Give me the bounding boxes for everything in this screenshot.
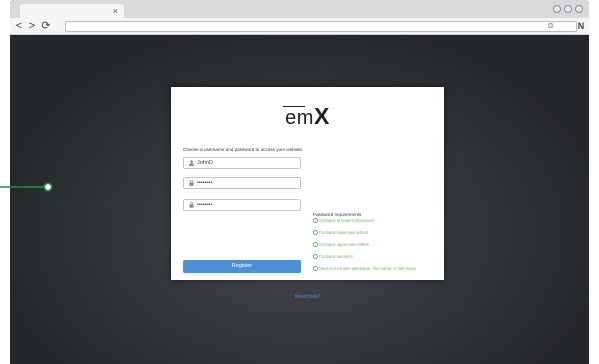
requirement-label: Contains at least 8 characters — [319, 218, 375, 223]
requirement-item: Contains numbers — [313, 254, 353, 259]
username-field[interactable]: JohnD — [183, 157, 301, 169]
tab-close-icon[interactable]: × — [113, 5, 118, 17]
check-icon — [313, 230, 318, 235]
requirement-item: Does not contain username, first name, o… — [313, 266, 416, 271]
need-help-link[interactable]: Need help? — [171, 294, 444, 300]
requirement-label: Contains numbers — [319, 254, 353, 259]
minimize-icon[interactable] — [553, 5, 561, 13]
registration-card: emX Choose a username and password to ac… — [171, 87, 444, 300]
close-window-icon[interactable] — [575, 5, 583, 13]
logo-text: em — [285, 107, 314, 129]
page-viewport: emX Choose a username and password to ac… — [10, 35, 589, 364]
logo-overline — [283, 106, 305, 107]
navigation-bar: < > ⟳ ⊜ N — [10, 18, 589, 35]
callout-pointer-icon — [0, 182, 53, 192]
check-icon — [313, 242, 318, 247]
logo-accent: X — [313, 103, 330, 129]
lock-icon — [189, 202, 194, 210]
password-value: •••••••• — [197, 180, 213, 186]
reload-icon[interactable]: ⟳ — [41, 20, 51, 32]
browser-tab[interactable]: × — [20, 4, 124, 18]
extension-icon[interactable]: N — [575, 20, 587, 32]
requirement-item: Contains lowercase letters — [313, 230, 368, 235]
forward-button[interactable]: > — [27, 20, 37, 32]
tab-bar: × — [10, 0, 589, 18]
browser-window: × < > ⟳ ⊜ N emX Choose a username and pa… — [10, 0, 589, 364]
confirm-password-value: •••••••• — [197, 202, 213, 208]
requirement-item: Contains at least 8 characters — [313, 218, 374, 223]
confirm-password-field[interactable]: •••••••• — [183, 199, 301, 211]
requirement-item: Contains uppercase letters — [313, 242, 369, 247]
check-icon — [313, 218, 318, 223]
address-bar[interactable]: ⊜ — [65, 21, 577, 32]
check-icon — [313, 266, 318, 271]
check-icon — [313, 254, 318, 259]
lock-icon — [189, 180, 194, 188]
password-field[interactable]: •••••••• — [183, 177, 301, 189]
requirement-label: Contains lowercase letters — [319, 230, 369, 235]
requirements-title: Password requirements — [313, 212, 362, 217]
maximize-icon[interactable] — [564, 5, 572, 13]
window-controls — [553, 5, 583, 13]
username-value: JohnD — [197, 160, 213, 166]
requirement-label: Does not contain username, first name, o… — [319, 266, 417, 271]
back-button[interactable]: < — [14, 20, 24, 32]
emx-logo: emX — [171, 103, 444, 130]
register-button[interactable]: Register — [183, 260, 301, 273]
form-instruction: Choose a username and password to access… — [183, 147, 304, 152]
person-icon — [189, 160, 194, 168]
requirement-label: Contains uppercase letters — [319, 242, 369, 247]
site-info-icon[interactable]: ⊜ — [547, 21, 554, 30]
